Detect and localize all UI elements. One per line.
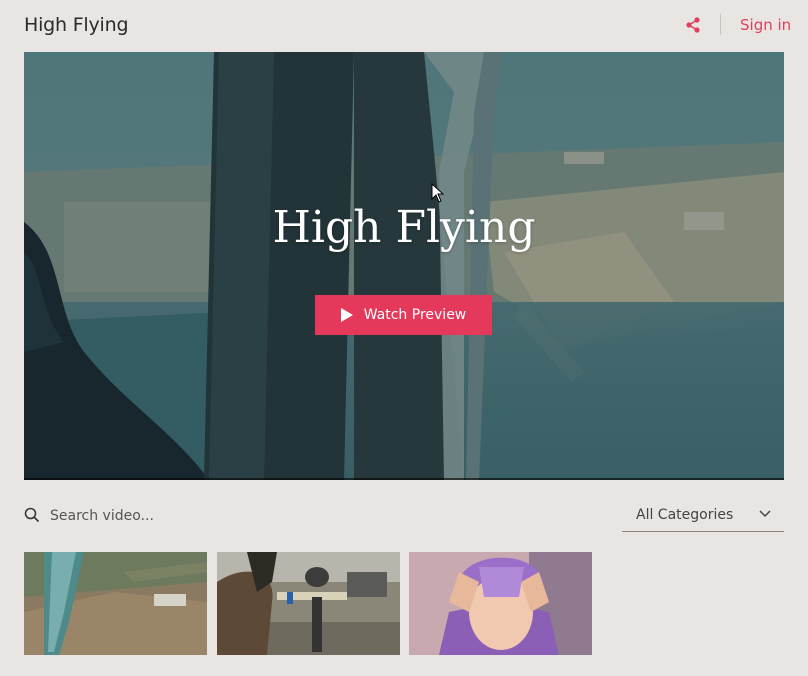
search-row: All Categories — [24, 500, 784, 532]
watch-preview-label: Watch Preview — [363, 307, 467, 323]
search-input[interactable] — [50, 505, 350, 527]
hero-background-image — [24, 52, 784, 480]
chevron-down-icon — [759, 510, 771, 518]
category-select-value: All Categories — [636, 507, 734, 523]
office-dog-image — [217, 552, 400, 655]
search-icon — [24, 507, 40, 523]
hero-banner: High Flying Watch Preview — [24, 52, 784, 480]
hero-title: High Flying — [272, 202, 536, 253]
watch-preview-button[interactable]: Watch Preview — [315, 295, 492, 335]
purple-hoodie-image — [409, 552, 592, 655]
play-icon — [340, 308, 353, 322]
sign-in-link[interactable]: Sign in — [740, 16, 791, 34]
category-select[interactable]: All Categories — [622, 500, 784, 532]
video-thumbnail-office[interactable] — [217, 552, 400, 655]
header-divider — [720, 14, 721, 35]
mouse-cursor-icon — [431, 183, 445, 203]
video-thumbnail-aerial[interactable] — [24, 552, 207, 655]
aerial-view-image — [24, 552, 207, 655]
site-title[interactable]: High Flying — [24, 14, 129, 36]
top-bar: High Flying Sign in — [0, 0, 808, 52]
video-thumbnail-hoodie[interactable] — [409, 552, 592, 655]
share-icon[interactable] — [684, 16, 702, 34]
